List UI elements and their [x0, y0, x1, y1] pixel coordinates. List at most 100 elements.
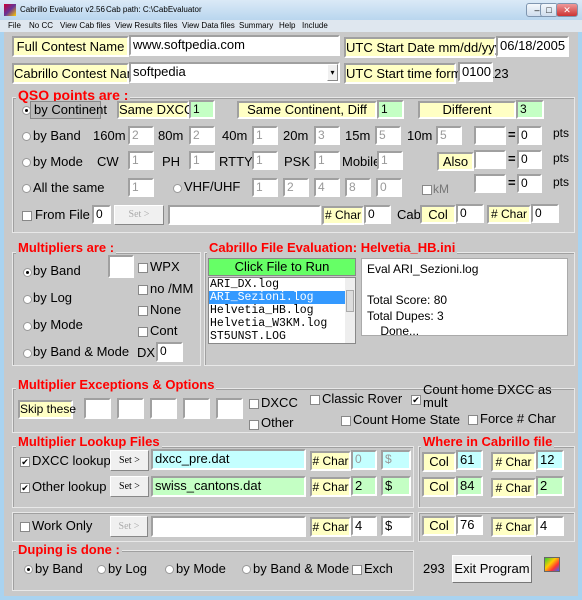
- from-file-path[interactable]: [168, 205, 321, 225]
- dxcc-file-input[interactable]: dxcc_pre.dat: [151, 449, 306, 470]
- mult-radio-by-log[interactable]: [23, 295, 32, 304]
- file-list-item[interactable]: ARI_DX.log: [209, 278, 346, 291]
- none-checkbox[interactable]: [138, 306, 148, 316]
- wpx-checkbox[interactable]: [138, 263, 148, 273]
- radio-all-same[interactable]: [22, 184, 31, 193]
- skip-input-3[interactable]: [150, 398, 177, 419]
- where-char-input[interactable]: 12: [536, 450, 564, 470]
- cabrillo-contest-select[interactable]: softpedia ▾: [129, 62, 340, 83]
- scrollbar-thumb[interactable]: [346, 290, 354, 312]
- dxcc-char-input[interactable]: 0: [351, 450, 377, 470]
- all-pts-input[interactable]: 0: [517, 174, 542, 193]
- radio-vhf-uhf[interactable]: [173, 184, 182, 193]
- exit-program-button[interactable]: Exit Program: [452, 555, 532, 583]
- vhf-input-4[interactable]: 8: [345, 178, 371, 197]
- menu-include[interactable]: Include: [302, 20, 328, 32]
- full-contest-input[interactable]: www.softpedia.com: [129, 35, 340, 56]
- other-set-button[interactable]: Set >: [110, 476, 149, 497]
- where-char-input[interactable]: 2: [536, 476, 564, 496]
- skip-input-5[interactable]: [216, 398, 243, 419]
- work-col-input[interactable]: 76: [456, 515, 483, 535]
- band-15m-input[interactable]: 5: [375, 126, 401, 145]
- dxcc-sym-input[interactable]: $: [381, 450, 411, 470]
- file-list-scrollbar[interactable]: [345, 278, 355, 343]
- dxcc-set-button[interactable]: Set >: [110, 450, 149, 471]
- same-continent-input[interactable]: 1: [377, 100, 404, 119]
- utc-time-input[interactable]: 0100: [458, 62, 493, 82]
- dupe-radio-by-log[interactable]: [97, 565, 106, 574]
- work-set-button[interactable]: Set >: [110, 516, 148, 537]
- skip-input-1[interactable]: [84, 398, 111, 419]
- work-file-input[interactable]: [151, 516, 306, 537]
- band-20m-input[interactable]: 3: [314, 126, 340, 145]
- where-col-input[interactable]: 84: [456, 476, 483, 496]
- cont-checkbox[interactable]: [138, 327, 148, 337]
- by-continent-label[interactable]: by Continent: [30, 101, 107, 119]
- from-file-char-input[interactable]: 0: [364, 205, 391, 224]
- chevron-down-icon[interactable]: ▾: [327, 64, 338, 81]
- from-file-checkbox[interactable]: [22, 211, 32, 221]
- count-home-dxcc-checkbox[interactable]: ✔: [411, 395, 421, 405]
- from-file-char2-input[interactable]: 0: [531, 204, 559, 223]
- band-extra-input[interactable]: [474, 126, 506, 145]
- click-file-to-run-button[interactable]: Click File to Run: [208, 258, 356, 276]
- mult-radio-by-mode[interactable]: [23, 322, 32, 331]
- classic-rover-checkbox[interactable]: [310, 395, 320, 405]
- vhf-input-1[interactable]: 1: [252, 178, 278, 197]
- force-char-checkbox[interactable]: [468, 415, 478, 425]
- same-dxcc-input[interactable]: 1: [189, 100, 215, 119]
- utc-date-input[interactable]: 06/18/2005: [496, 36, 569, 57]
- band-10m-input[interactable]: 5: [436, 126, 462, 145]
- mult-radio-by-band-mode[interactable]: [23, 349, 32, 358]
- menu-view-cab[interactable]: View Cab files: [60, 20, 111, 32]
- mode-extra-input[interactable]: [474, 150, 506, 169]
- mode-pts-input[interactable]: 0: [517, 150, 542, 169]
- dupe-radio-by-band[interactable]: [24, 565, 33, 574]
- count-home-state-checkbox[interactable]: [341, 416, 351, 426]
- radio-by-band[interactable]: [22, 132, 31, 141]
- from-file-set-button[interactable]: Set >: [114, 205, 164, 225]
- other-lookup-checkbox[interactable]: ✔: [20, 483, 30, 493]
- mode-rtty-input[interactable]: 1: [252, 151, 278, 170]
- menu-file[interactable]: File: [8, 20, 21, 32]
- mult-radio-by-band[interactable]: [23, 268, 32, 277]
- from-file-value[interactable]: 0: [92, 205, 111, 224]
- menu-no-cc[interactable]: No CC: [29, 20, 53, 32]
- skip-input-2[interactable]: [117, 398, 144, 419]
- skip-input-4[interactable]: [183, 398, 210, 419]
- other-char-input[interactable]: 2: [351, 476, 377, 496]
- file-list-item[interactable]: Helvetia_HB.log: [209, 304, 346, 317]
- monitor-icon[interactable]: [544, 557, 560, 572]
- vhf-input-5[interactable]: 0: [376, 178, 402, 197]
- file-list-item-selected[interactable]: ARI_Sezioni.log: [209, 291, 346, 304]
- mult-box-input[interactable]: [108, 255, 134, 278]
- other-sym-input[interactable]: $: [381, 476, 411, 496]
- work-only-checkbox[interactable]: [20, 522, 30, 532]
- exch-checkbox[interactable]: [352, 565, 362, 575]
- file-list-item[interactable]: ST5UNST.LOG: [209, 330, 346, 343]
- menu-summary[interactable]: Summary: [239, 20, 273, 32]
- km-checkbox[interactable]: [422, 185, 432, 195]
- dupe-radio-by-mode[interactable]: [165, 565, 174, 574]
- mode-ph-input[interactable]: 1: [189, 151, 215, 170]
- band-pts-input[interactable]: 0: [517, 126, 542, 145]
- band-40m-input[interactable]: 1: [252, 126, 278, 145]
- dxcc-lookup-checkbox[interactable]: ✔: [20, 457, 30, 467]
- file-list[interactable]: ARI_DX.log ARI_Sezioni.log Helvetia_HB.l…: [208, 277, 356, 344]
- mode-cw-input[interactable]: 1: [128, 151, 154, 170]
- band-80m-input[interactable]: 2: [189, 126, 215, 145]
- exc-dxcc-checkbox[interactable]: [249, 399, 259, 409]
- no-mm-checkbox[interactable]: [138, 285, 148, 295]
- work-sym-input[interactable]: $: [381, 516, 411, 536]
- from-file-col-input[interactable]: 0: [456, 204, 484, 223]
- vhf-input-3[interactable]: 4: [314, 178, 340, 197]
- mode-psk-input[interactable]: 1: [314, 151, 340, 170]
- vhf-input-2[interactable]: 2: [283, 178, 309, 197]
- menu-view-data[interactable]: View Data files: [182, 20, 235, 32]
- exc-other-checkbox[interactable]: [249, 420, 259, 430]
- dupe-radio-by-band-mode[interactable]: [242, 565, 251, 574]
- other-file-input[interactable]: swiss_cantons.dat: [151, 476, 306, 497]
- work-where-char-input[interactable]: 4: [536, 516, 564, 536]
- different-input[interactable]: 3: [516, 100, 544, 119]
- where-col-input[interactable]: 61: [456, 450, 483, 470]
